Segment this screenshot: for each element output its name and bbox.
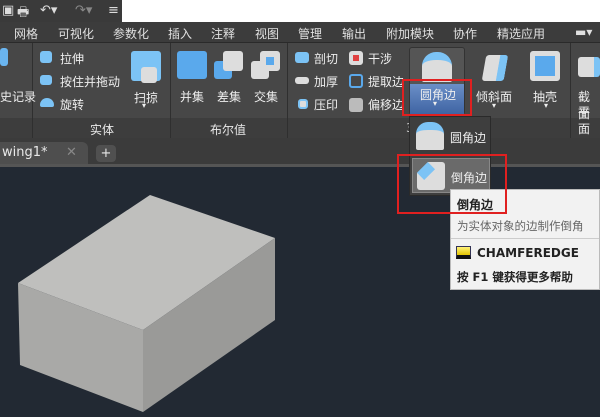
union-icon <box>177 51 207 79</box>
panel-label-solid: 实体 <box>90 123 115 137</box>
undo-icon[interactable]: ↶▾ <box>40 3 57 18</box>
extract-edges-icon <box>349 74 363 88</box>
panel-label-boolean: 布尔值 <box>210 123 247 137</box>
tab-featured-apps[interactable]: 精选应用 <box>497 25 545 42</box>
3d-box[interactable] <box>0 167 300 417</box>
fillet-edge-icon <box>416 122 444 150</box>
slice-icon <box>295 52 309 63</box>
imprint-icon <box>298 99 308 109</box>
new-tab-button[interactable]: + <box>96 145 116 162</box>
quick-access-toolbar: ▣ 🖶 ↶▾ ↷▾ ≡ <box>0 0 600 22</box>
tab-manage[interactable]: 管理 <box>298 25 322 42</box>
extrude-icon <box>40 51 52 63</box>
ribbon: 史记录 拉伸 按住并拖动 旋转 扫掠 ▾ 实体 并集 差集 交集 布尔值 剖切 … <box>0 43 600 138</box>
document-tabs: wing1* ✕ + <box>0 138 600 167</box>
fillet-edge-icon <box>422 52 452 82</box>
thicken-icon <box>295 77 309 84</box>
taper-icon <box>481 55 509 81</box>
tab-annotate[interactable]: 注释 <box>211 25 235 42</box>
redo-icon[interactable]: ↷▾ <box>75 3 92 18</box>
close-icon[interactable]: ✕ <box>66 145 77 160</box>
document-tab[interactable]: wing1* ✕ <box>0 142 88 164</box>
tab-view[interactable]: 视图 <box>255 25 279 42</box>
tab-visualize[interactable]: 可视化 <box>58 25 94 42</box>
tab-parametric[interactable]: 参数化 <box>113 25 149 42</box>
revolve-icon <box>40 98 54 107</box>
tab-collaborate[interactable]: 协作 <box>453 25 477 42</box>
highlight-box-chamfer <box>397 154 507 214</box>
offset-edges-icon <box>349 98 363 112</box>
save-icon[interactable]: ▣ <box>2 3 14 18</box>
interfere-icon <box>349 51 363 65</box>
tab-mesh[interactable]: 网格 <box>14 25 38 42</box>
history-button[interactable]: 史记录 <box>0 88 36 105</box>
presspull-icon <box>40 75 52 85</box>
tab-output[interactable]: 输出 <box>342 25 366 42</box>
ribbon-tabs: 网格 可视化 参数化 插入 注释 视图 管理 输出 附加模块 协作 精选应用 ▬… <box>0 22 600 43</box>
dropdown-item-fillet-edge[interactable]: 圆角边 <box>412 119 490 154</box>
tab-insert[interactable]: 插入 <box>168 25 192 42</box>
command-icon <box>456 246 471 259</box>
shell-icon <box>530 51 560 81</box>
customize-icon[interactable]: ≡ <box>108 3 119 18</box>
ribbon-options-icon[interactable]: ▬▾ <box>575 25 592 39</box>
highlight-box-fillet <box>402 79 472 116</box>
section-plane-icon <box>578 57 600 77</box>
tab-addins[interactable]: 附加模块 <box>386 25 434 42</box>
